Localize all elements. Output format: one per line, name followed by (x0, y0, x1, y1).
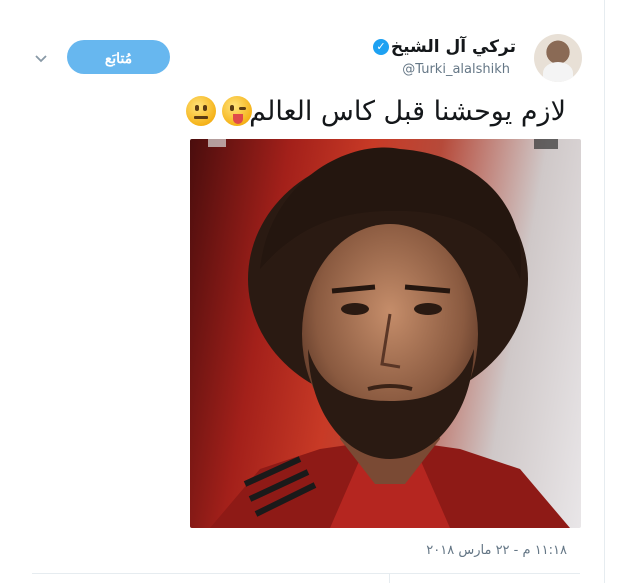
tweet-timestamp[interactable]: ١١:١٨ م - ٢٢ مارس ٢٠١٨ (426, 543, 567, 558)
chevron-down-icon[interactable] (34, 50, 48, 64)
neutral-face-icon (186, 96, 216, 126)
tweet-text: لازم يوحشنا قبل كاس العالم (249, 96, 566, 127)
tweet-photo[interactable] (190, 139, 581, 528)
avatar[interactable] (534, 34, 582, 82)
winking-face-with-tongue-icon (222, 96, 252, 126)
verified-badge-icon: ✓ (373, 39, 389, 55)
avatar-headscarf (543, 62, 573, 82)
photo-portrait-icon (208, 139, 570, 528)
user-name[interactable]: تركي آل الشيخ (391, 37, 516, 57)
divider (32, 573, 580, 574)
divider-tick (389, 573, 390, 583)
tweet-card: تركي آل الشيخ ✓ @Turki_alalshikh مُتابَع… (0, 0, 605, 583)
following-button[interactable]: مُتابَع (67, 40, 170, 74)
user-handle[interactable]: @Turki_alalshikh (402, 62, 510, 77)
